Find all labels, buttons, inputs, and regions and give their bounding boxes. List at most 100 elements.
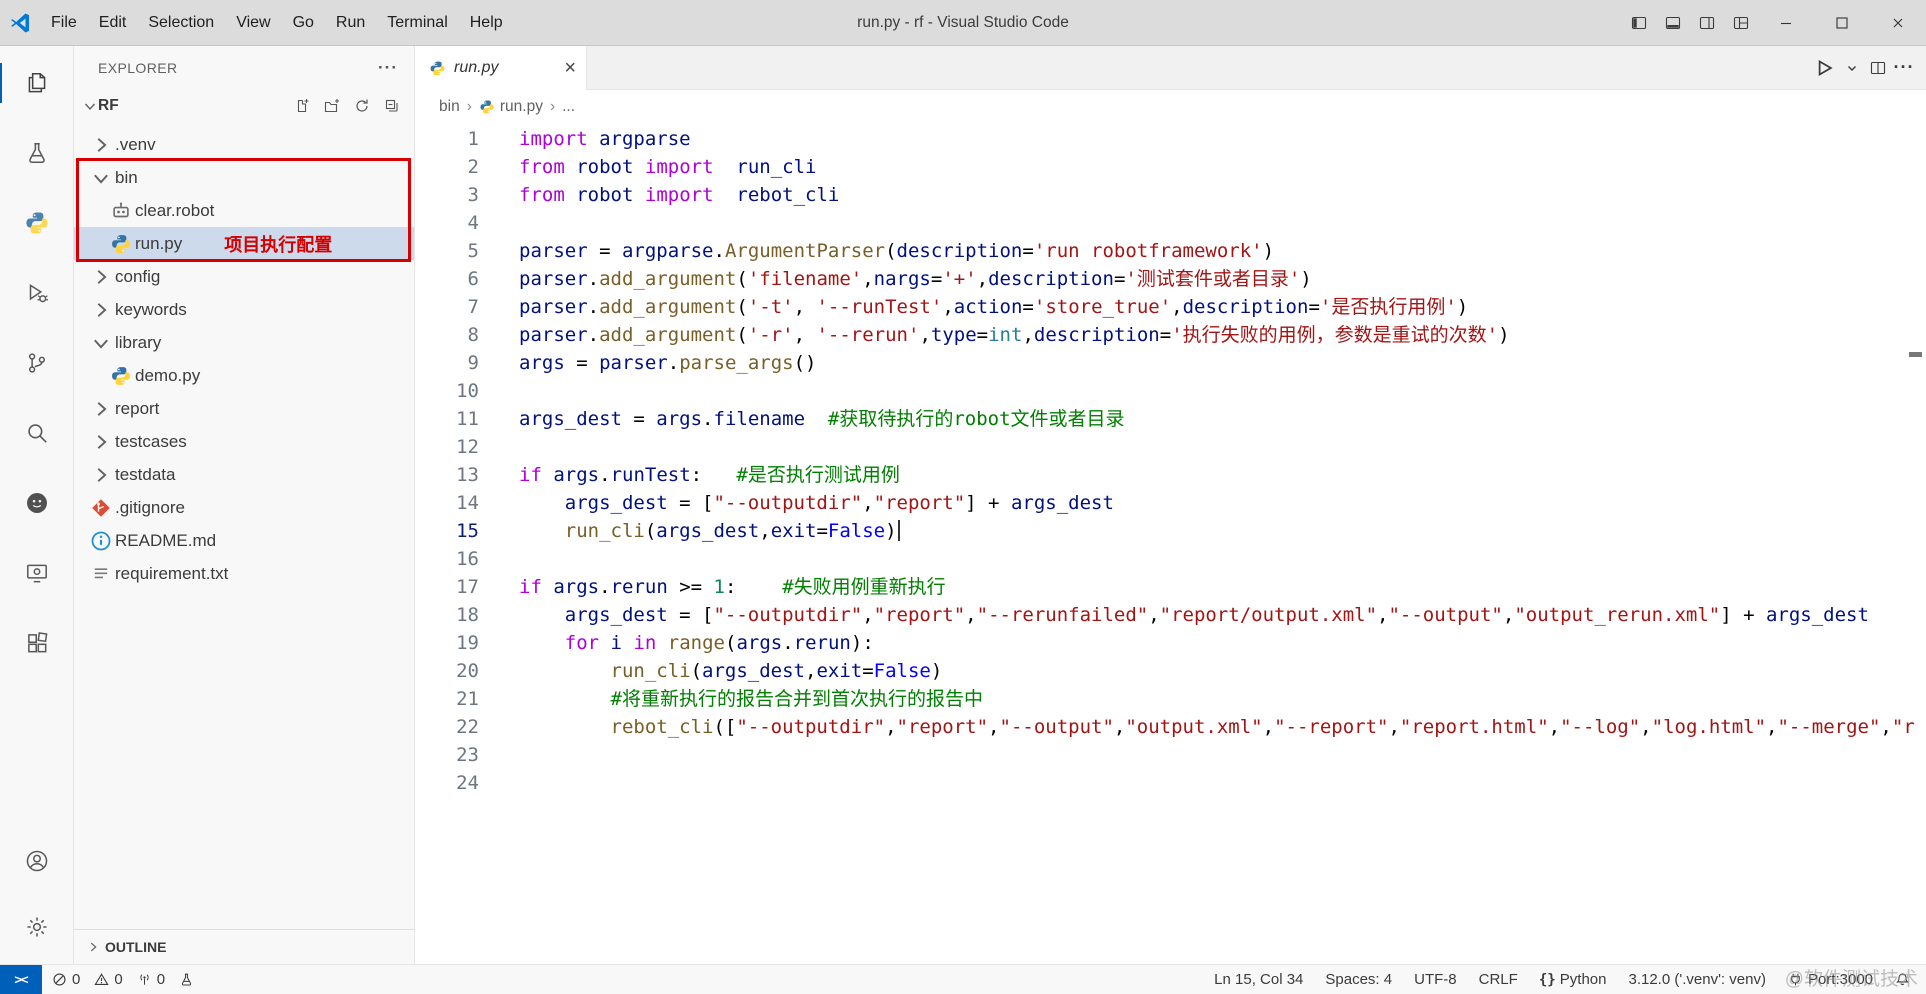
tree-item-clear-robot[interactable]: clear.robot	[74, 194, 414, 227]
activitybar-search[interactable]	[0, 398, 73, 468]
outline-section-header[interactable]: OUTLINE	[74, 929, 414, 964]
tree-item-run-py[interactable]: run.py 项目执行配置	[74, 227, 414, 260]
menu-run[interactable]: Run	[325, 0, 376, 45]
code-line-24[interactable]: 24	[415, 769, 1926, 797]
line-number[interactable]: 2	[415, 153, 479, 181]
code-line-9[interactable]: 9 args = parser.parse_args()	[415, 349, 1926, 377]
explorer-section-header[interactable]: RF	[74, 90, 414, 122]
line-number[interactable]: 1	[415, 125, 479, 153]
line-number[interactable]: 23	[415, 741, 479, 769]
activitybar-run-and-debug[interactable]	[0, 258, 73, 328]
code-line-7[interactable]: 7 parser.add_argument('-t', '--runTest',a…	[415, 293, 1926, 321]
line-number[interactable]: 6	[415, 265, 479, 293]
code-line-2[interactable]: 2 from robot import run_cli	[415, 153, 1926, 181]
tree-item-report[interactable]: report	[74, 392, 414, 425]
code-line-11[interactable]: 11 args_dest = args.filename #获取待执行的robot…	[415, 405, 1926, 433]
tree-item-testdata[interactable]: testdata	[74, 458, 414, 491]
encoding[interactable]: UTF-8	[1414, 971, 1457, 988]
tree-item-readme-md[interactable]: README.md	[74, 524, 414, 557]
code-line-6[interactable]: 6 parser.add_argument('filename',nargs='+…	[415, 265, 1926, 293]
menu-file[interactable]: File	[40, 0, 88, 45]
close-tab-icon[interactable]: ×	[564, 58, 576, 78]
code-line-5[interactable]: 5 parser = argparse.ArgumentParser(descri…	[415, 237, 1926, 265]
code-line-20[interactable]: 20 run_cli(args_dest,exit=False)	[415, 657, 1926, 685]
activitybar-manage[interactable]	[0, 894, 73, 960]
forwarded-ports[interactable]: 0	[137, 971, 165, 988]
breadcrumb-item-bin[interactable]: bin	[439, 98, 460, 116]
line-number[interactable]: 12	[415, 433, 479, 461]
activitybar-testing[interactable]	[0, 118, 73, 188]
split-editor[interactable]	[1870, 60, 1886, 76]
run-python-file[interactable]	[1814, 58, 1834, 78]
code-line-1[interactable]: 1 import argparse	[415, 125, 1926, 153]
code-line-8[interactable]: 8 parser.add_argument('-r', '--rerun',typ…	[415, 321, 1926, 349]
tree-item-gitignore[interactable]: .gitignore	[74, 491, 414, 524]
new-file-icon[interactable]	[294, 98, 310, 114]
activitybar-remote-explorer[interactable]	[0, 538, 73, 608]
activitybar-accounts[interactable]	[0, 828, 73, 894]
port[interactable]: Port:3000	[1788, 971, 1873, 988]
tab-run-py[interactable]: run.py ×	[415, 46, 587, 90]
customize-layout[interactable]	[1724, 0, 1758, 45]
toggle-panel[interactable]	[1656, 0, 1690, 45]
code-line-12[interactable]: 12	[415, 433, 1926, 461]
line-number[interactable]: 14	[415, 489, 479, 517]
toggle-primary-sidebar[interactable]	[1622, 0, 1656, 45]
remote-indicator[interactable]: ><	[0, 965, 42, 994]
code-line-14[interactable]: 14 args_dest = ["--outputdir","report"] …	[415, 489, 1926, 517]
line-number[interactable]: 15	[415, 517, 479, 545]
python-interpreter[interactable]: 3.12.0 ('.venv': venv)	[1628, 971, 1765, 988]
line-number[interactable]: 11	[415, 405, 479, 433]
line-number[interactable]: 21	[415, 685, 479, 713]
minimize-button[interactable]	[1758, 0, 1814, 45]
code-line-10[interactable]: 10	[415, 377, 1926, 405]
menu-selection[interactable]: Selection	[137, 0, 225, 45]
breadcrumb-item--[interactable]: ...	[562, 98, 575, 116]
code-line-16[interactable]: 16	[415, 545, 1926, 573]
code-line-13[interactable]: 13 if args.runTest: #是否执行测试用例	[415, 461, 1926, 489]
breadcrumb-item-run-py[interactable]: run.py	[479, 98, 543, 116]
activitybar-explorer[interactable]	[0, 48, 73, 118]
tree-item-library[interactable]: library	[74, 326, 414, 359]
menu-go[interactable]: Go	[282, 0, 325, 45]
menu-view[interactable]: View	[225, 0, 281, 45]
tree-item-venv[interactable]: .venv	[74, 128, 414, 161]
line-number[interactable]: 9	[415, 349, 479, 377]
activitybar-robot-framework-extension[interactable]	[0, 468, 73, 538]
tree-item-keywords[interactable]: keywords	[74, 293, 414, 326]
code-line-23[interactable]: 23	[415, 741, 1926, 769]
code-area[interactable]: 1 import argparse 2 from robot import run_c…	[415, 123, 1926, 964]
run-dropdown[interactable]	[1844, 60, 1860, 76]
new-folder-icon[interactable]	[324, 98, 340, 114]
language-mode[interactable]: {} Python	[1539, 971, 1607, 988]
line-number[interactable]: 4	[415, 209, 479, 237]
refresh-explorer-icon[interactable]	[354, 98, 370, 114]
indentation[interactable]: Spaces: 4	[1325, 971, 1392, 988]
line-number[interactable]: 10	[415, 377, 479, 405]
line-number[interactable]: 22	[415, 713, 479, 741]
menu-edit[interactable]: Edit	[88, 0, 138, 45]
tree-item-bin[interactable]: bin	[74, 161, 414, 194]
line-number[interactable]: 20	[415, 657, 479, 685]
close-button[interactable]	[1870, 0, 1926, 45]
maximize-button[interactable]	[1814, 0, 1870, 45]
line-number[interactable]: 8	[415, 321, 479, 349]
activitybar-python-extension[interactable]	[0, 188, 73, 258]
problems-errors[interactable]: 0	[52, 971, 80, 988]
code-line-18[interactable]: 18 args_dest = ["--outputdir","report","…	[415, 601, 1926, 629]
line-number[interactable]: 7	[415, 293, 479, 321]
code-line-4[interactable]: 4	[415, 209, 1926, 237]
problems-warnings[interactable]: 0	[94, 971, 123, 988]
menu-terminal[interactable]: Terminal	[376, 0, 458, 45]
code-line-19[interactable]: 19 for i in range(args.rerun):	[415, 629, 1926, 657]
eol-sequence[interactable]: CRLF	[1479, 971, 1518, 988]
line-number[interactable]: 3	[415, 181, 479, 209]
editor-more-actions[interactable]: ···	[1894, 57, 1914, 77]
code-line-3[interactable]: 3 from robot import rebot_cli	[415, 181, 1926, 209]
line-number[interactable]: 13	[415, 461, 479, 489]
line-number[interactable]: 19	[415, 629, 479, 657]
tree-item-testcases[interactable]: testcases	[74, 425, 414, 458]
toggle-secondary-sidebar[interactable]	[1690, 0, 1724, 45]
code-line-17[interactable]: 17 if args.rerun >= 1: #失败用例重新执行	[415, 573, 1926, 601]
tree-item-demo-py[interactable]: demo.py	[74, 359, 414, 392]
